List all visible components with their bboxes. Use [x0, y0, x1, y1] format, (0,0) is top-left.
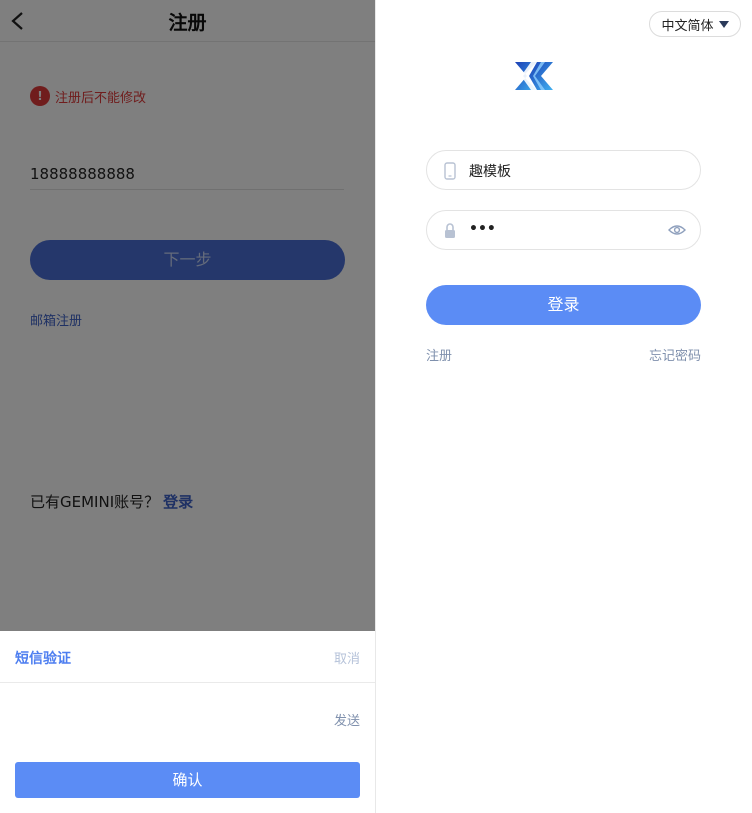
register-link[interactable]: 注册 — [426, 345, 452, 364]
lock-icon — [445, 223, 455, 238]
password-value: ••• — [469, 221, 496, 237]
language-label: 中文简体 — [661, 18, 714, 34]
login-button[interactable]: 登录 — [426, 285, 701, 325]
brand-logo — [515, 62, 553, 90]
cancel-button[interactable]: 取消 — [334, 648, 360, 667]
password-field[interactable]: ••• — [426, 210, 701, 250]
sheet-title: 短信验证 — [15, 651, 71, 667]
confirm-button[interactable]: 确认 — [15, 762, 360, 798]
sheet-header: 短信验证 取消 — [0, 631, 375, 683]
screen: 注册 ! 注册后不能修改 下一步 邮箱注册 已有GEMINI账号？登录 短信验证… — [0, 0, 752, 813]
login-panel: 中文简体 趣模板 ••• 登录 注册 忘记密码 — [376, 0, 752, 813]
username-field[interactable]: 趣模板 — [426, 150, 701, 190]
caret-down-icon — [718, 20, 729, 28]
phone-icon — [444, 162, 456, 180]
username-value: 趣模板 — [469, 164, 511, 180]
send-code-button[interactable]: 发送 — [334, 710, 360, 729]
overlay-mask[interactable] — [0, 0, 375, 631]
eye-icon[interactable] — [668, 223, 686, 237]
register-panel: 注册 ! 注册后不能修改 下一步 邮箱注册 已有GEMINI账号？登录 短信验证… — [0, 0, 375, 813]
language-select[interactable]: 中文简体 — [649, 11, 741, 37]
sms-verify-sheet: 短信验证 取消 发送 确认 — [0, 631, 375, 813]
forgot-password-link[interactable]: 忘记密码 — [649, 345, 701, 364]
